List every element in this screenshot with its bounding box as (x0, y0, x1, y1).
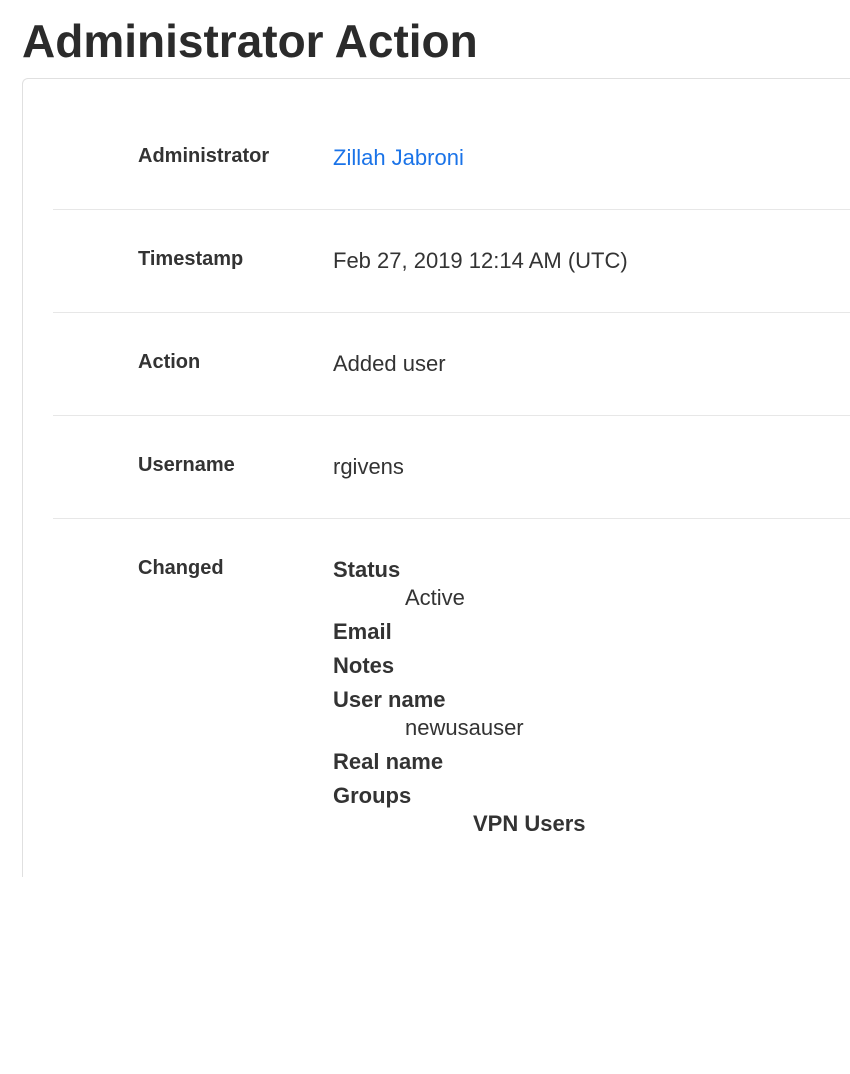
value-username: rgivens (333, 454, 850, 480)
page-title: Administrator Action (0, 0, 850, 78)
row-changed: Changed Status Active Email Notes User n… (53, 519, 850, 877)
label-administrator: Administrator (53, 145, 333, 168)
label-timestamp: Timestamp (53, 248, 333, 271)
changed-real-name-label: Real name (333, 749, 830, 775)
changed-email-label: Email (333, 619, 830, 645)
changed-user-name-label: User name (333, 687, 830, 713)
changed-groups-label: Groups (333, 783, 830, 809)
changed-user-name-value: newusauser (333, 715, 830, 741)
changed-groups-value: VPN Users (333, 811, 830, 837)
administrator-link[interactable]: Zillah Jabroni (333, 145, 464, 170)
row-administrator: Administrator Zillah Jabroni (53, 107, 850, 210)
row-action: Action Added user (53, 313, 850, 416)
detail-panel: Administrator Zillah Jabroni Timestamp F… (22, 78, 850, 877)
value-action: Added user (333, 351, 850, 377)
label-changed: Changed (53, 557, 333, 580)
label-action: Action (53, 351, 333, 374)
row-timestamp: Timestamp Feb 27, 2019 12:14 AM (UTC) (53, 210, 850, 313)
changed-list: Status Active Email Notes User name newu… (333, 557, 850, 839)
label-username: Username (53, 454, 333, 477)
changed-status-label: Status (333, 557, 830, 583)
row-username: Username rgivens (53, 416, 850, 519)
changed-notes-label: Notes (333, 653, 830, 679)
value-timestamp: Feb 27, 2019 12:14 AM (UTC) (333, 248, 850, 274)
changed-status-value: Active (333, 585, 830, 611)
